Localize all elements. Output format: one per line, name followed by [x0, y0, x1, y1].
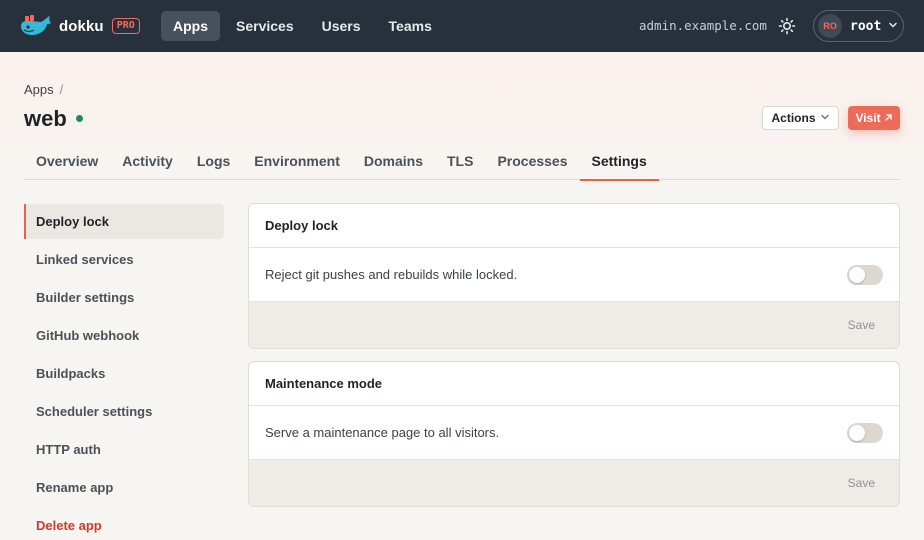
app-tabs: Overview Activity Logs Environment Domai… [24, 143, 900, 181]
sidebar-item-buildpacks[interactable]: Buildpacks [24, 356, 224, 391]
external-link-arrow-icon [884, 111, 893, 125]
theme-toggle-sun-icon[interactable] [778, 17, 796, 35]
tab-environment[interactable]: Environment [242, 143, 352, 180]
chevron-down-icon [820, 111, 830, 125]
pro-badge: PRO [111, 18, 140, 34]
actions-label: Actions [771, 111, 816, 125]
brand-name: dokku [59, 17, 104, 35]
nav-users[interactable]: Users [310, 11, 373, 41]
deploy-lock-save-button[interactable]: Save [848, 318, 875, 332]
chevron-down-icon [888, 17, 898, 35]
sidebar-item-github-webhook[interactable]: GitHub webhook [24, 318, 224, 353]
status-dot [76, 115, 83, 122]
sidebar-item-scheduler-settings[interactable]: Scheduler settings [24, 394, 224, 429]
card-title: Maintenance mode [249, 362, 899, 406]
user-name: root [850, 18, 882, 34]
breadcrumb-apps-link[interactable]: Apps [24, 82, 54, 97]
actions-dropdown-button[interactable]: Actions [762, 106, 839, 130]
card-body: Serve a maintenance page to all visitors… [249, 406, 899, 459]
nav-teams[interactable]: Teams [377, 11, 444, 41]
main-nav: Apps Services Users Teams [161, 11, 444, 41]
deploy-lock-toggle[interactable] [847, 264, 883, 285]
sidebar-item-linked-services[interactable]: Linked services [24, 242, 224, 277]
breadcrumb-separator: / [59, 82, 64, 97]
visit-label: Visit [855, 111, 881, 125]
card-body: Reject git pushes and rebuilds while loc… [249, 248, 899, 301]
maintenance-mode-card: Maintenance mode Serve a maintenance pag… [248, 361, 900, 507]
top-navbar: dokku PRO Apps Services Users Teams admi… [0, 0, 924, 52]
tab-processes[interactable]: Processes [485, 143, 579, 180]
sidebar-item-http-auth[interactable]: HTTP auth [24, 432, 224, 467]
maintenance-save-button[interactable]: Save [848, 476, 875, 490]
tab-logs[interactable]: Logs [185, 143, 242, 180]
tab-overview[interactable]: Overview [24, 143, 110, 180]
card-description: Serve a maintenance page to all visitors… [265, 425, 500, 440]
page-title: web [24, 106, 67, 131]
brand[interactable]: dokku PRO [19, 14, 140, 38]
card-description: Reject git pushes and rebuilds while loc… [265, 267, 518, 282]
tab-domains[interactable]: Domains [352, 143, 435, 180]
whale-logo-icon [19, 14, 53, 38]
nav-services[interactable]: Services [224, 11, 306, 41]
avatar: RO [818, 14, 842, 38]
sidebar-item-deploy-lock[interactable]: Deploy lock [24, 204, 224, 239]
card-footer: Save [249, 459, 899, 506]
card-footer: Save [249, 301, 899, 348]
breadcrumb: Apps / [24, 82, 63, 97]
host-name: admin.example.com [639, 18, 767, 33]
tab-tls[interactable]: TLS [435, 143, 485, 180]
deploy-lock-card: Deploy lock Reject git pushes and rebuil… [248, 203, 900, 349]
settings-sidebar: Deploy lock Linked services Builder sett… [24, 204, 224, 540]
sidebar-item-builder-settings[interactable]: Builder settings [24, 280, 224, 315]
maintenance-mode-toggle[interactable] [847, 422, 883, 443]
visit-button[interactable]: Visit [848, 106, 900, 130]
sidebar-item-rename-app[interactable]: Rename app [24, 470, 224, 505]
user-menu-button[interactable]: RO root [813, 10, 904, 42]
sidebar-item-delete-app[interactable]: Delete app [24, 508, 224, 540]
tab-settings[interactable]: Settings [579, 143, 659, 181]
nav-apps[interactable]: Apps [161, 11, 220, 41]
tab-activity[interactable]: Activity [110, 143, 185, 180]
card-title: Deploy lock [249, 204, 899, 248]
